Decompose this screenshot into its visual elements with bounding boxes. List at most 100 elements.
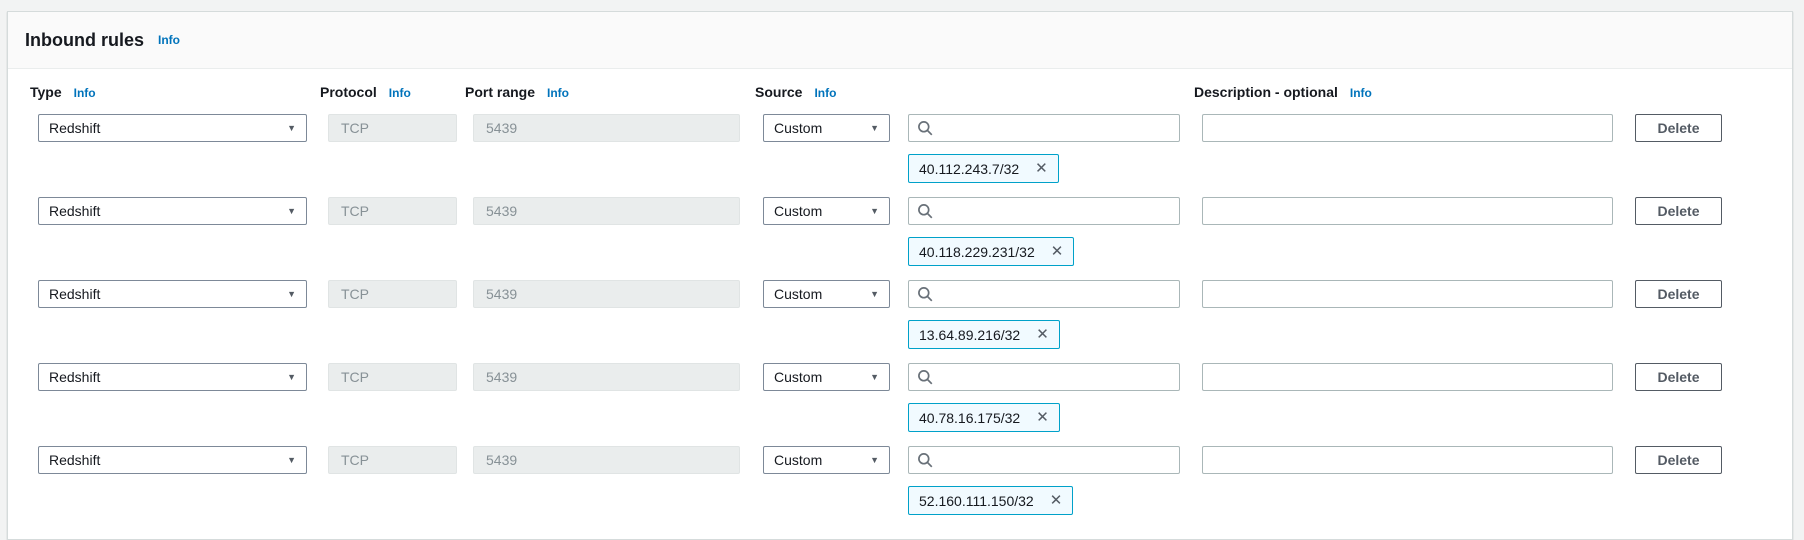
port-range-value: 5439	[486, 369, 517, 385]
delete-button[interactable]: Delete	[1635, 363, 1722, 391]
source-select[interactable]: Custom ▼	[763, 363, 890, 391]
column-header-description: Description - optional Info	[1194, 84, 1605, 100]
cidr-tag-label: 13.64.89.216/32	[919, 327, 1020, 343]
rule-block: Redshift ▼ TCP 5439 Custom ▼	[38, 197, 1762, 266]
type-select-value: Redshift	[49, 452, 100, 468]
source-search-box	[908, 446, 1180, 474]
chevron-down-icon: ▼	[870, 123, 879, 133]
type-select-value: Redshift	[49, 286, 100, 302]
delete-button[interactable]: Delete	[1635, 446, 1722, 474]
chevron-down-icon: ▼	[870, 455, 879, 465]
rule-row: Redshift ▼ TCP 5439 Custom ▼	[38, 114, 1762, 142]
column-headers: Type Info Protocol Info Port range Info …	[30, 84, 1762, 100]
source-column-label: Source	[755, 84, 802, 100]
source-select[interactable]: Custom ▼	[763, 280, 890, 308]
port-range-field: 5439	[473, 197, 740, 225]
delete-button[interactable]: Delete	[1635, 280, 1722, 308]
remove-cidr-icon[interactable]: ✕	[1036, 410, 1049, 425]
type-select[interactable]: Redshift ▼	[38, 446, 307, 474]
source-search-input[interactable]	[939, 286, 1171, 302]
cidr-tag-row: 52.160.111.150/32 ✕	[38, 486, 1762, 515]
cidr-tag-row: 40.112.243.7/32 ✕	[38, 154, 1762, 183]
protocol-field: TCP	[328, 114, 457, 142]
column-header-port-range: Port range Info	[465, 84, 732, 100]
remove-cidr-icon[interactable]: ✕	[1036, 327, 1049, 342]
cidr-tag: 40.118.229.231/32 ✕	[908, 237, 1074, 266]
type-select[interactable]: Redshift ▼	[38, 280, 307, 308]
search-icon	[917, 203, 933, 219]
protocol-info-link[interactable]: Info	[389, 86, 411, 100]
source-search-input[interactable]	[939, 203, 1171, 219]
source-select-value: Custom	[774, 452, 822, 468]
protocol-field: TCP	[328, 363, 457, 391]
protocol-field: TCP	[328, 197, 457, 225]
description-input[interactable]	[1202, 197, 1613, 225]
source-select[interactable]: Custom ▼	[763, 197, 890, 225]
source-search-input[interactable]	[939, 452, 1171, 468]
panel-info-link[interactable]: Info	[158, 33, 180, 47]
rule-block: Redshift ▼ TCP 5439 Custom ▼	[38, 280, 1762, 349]
port-range-field: 5439	[473, 114, 740, 142]
cidr-tag-row: 13.64.89.216/32 ✕	[38, 320, 1762, 349]
rule-row: Redshift ▼ TCP 5439 Custom ▼	[38, 363, 1762, 391]
protocol-value: TCP	[341, 452, 369, 468]
search-icon	[917, 286, 933, 302]
source-search-input[interactable]	[939, 120, 1171, 136]
type-select[interactable]: Redshift ▼	[38, 114, 307, 142]
source-select-value: Custom	[774, 369, 822, 385]
description-input[interactable]	[1202, 363, 1613, 391]
rule-block: Redshift ▼ TCP 5439 Custom ▼	[38, 446, 1762, 515]
column-header-source: Source Info	[755, 84, 882, 100]
source-search-input[interactable]	[939, 369, 1171, 385]
chevron-down-icon: ▼	[870, 372, 879, 382]
type-select-value: Redshift	[49, 369, 100, 385]
panel-header: Inbound rules Info	[8, 12, 1792, 69]
remove-cidr-icon[interactable]: ✕	[1035, 161, 1048, 176]
source-select-value: Custom	[774, 286, 822, 302]
description-info-link[interactable]: Info	[1350, 86, 1372, 100]
delete-button[interactable]: Delete	[1635, 197, 1722, 225]
chevron-down-icon: ▼	[870, 206, 879, 216]
cidr-tag-row: 40.78.16.175/32 ✕	[38, 403, 1762, 432]
chevron-down-icon: ▼	[287, 455, 296, 465]
protocol-field: TCP	[328, 280, 457, 308]
source-select[interactable]: Custom ▼	[763, 446, 890, 474]
source-info-link[interactable]: Info	[814, 86, 836, 100]
search-icon	[917, 369, 933, 385]
description-input[interactable]	[1202, 114, 1613, 142]
inbound-rules-panel: Inbound rules Info Type Info Protocol In…	[7, 11, 1793, 540]
protocol-value: TCP	[341, 286, 369, 302]
source-search-box	[908, 280, 1180, 308]
cidr-tag-label: 40.118.229.231/32	[919, 244, 1035, 260]
search-icon	[917, 120, 933, 136]
type-select[interactable]: Redshift ▼	[38, 363, 307, 391]
port-range-column-label: Port range	[465, 84, 535, 100]
source-search-box	[908, 363, 1180, 391]
cidr-tag-row: 40.118.229.231/32 ✕	[38, 237, 1762, 266]
type-column-label: Type	[30, 84, 62, 100]
protocol-value: TCP	[341, 120, 369, 136]
description-input[interactable]	[1202, 446, 1613, 474]
port-range-info-link[interactable]: Info	[547, 86, 569, 100]
remove-cidr-icon[interactable]: ✕	[1050, 493, 1063, 508]
type-info-link[interactable]: Info	[74, 86, 96, 100]
chevron-down-icon: ▼	[287, 123, 296, 133]
source-search-box	[908, 197, 1180, 225]
source-select-value: Custom	[774, 203, 822, 219]
source-select[interactable]: Custom ▼	[763, 114, 890, 142]
panel-body: Type Info Protocol Info Port range Info …	[8, 69, 1792, 539]
description-input[interactable]	[1202, 280, 1613, 308]
column-header-type: Type Info	[30, 84, 299, 100]
remove-cidr-icon[interactable]: ✕	[1051, 244, 1064, 259]
cidr-tag: 52.160.111.150/32 ✕	[908, 486, 1073, 515]
type-select-value: Redshift	[49, 120, 100, 136]
cidr-tag-label: 40.78.16.175/32	[919, 410, 1020, 426]
rule-row: Redshift ▼ TCP 5439 Custom ▼	[38, 446, 1762, 474]
chevron-down-icon: ▼	[287, 372, 296, 382]
rules-list: Redshift ▼ TCP 5439 Custom ▼	[38, 114, 1762, 515]
type-select[interactable]: Redshift ▼	[38, 197, 307, 225]
delete-button[interactable]: Delete	[1635, 114, 1722, 142]
port-range-field: 5439	[473, 363, 740, 391]
panel-title: Inbound rules	[25, 30, 144, 51]
type-select-value: Redshift	[49, 203, 100, 219]
